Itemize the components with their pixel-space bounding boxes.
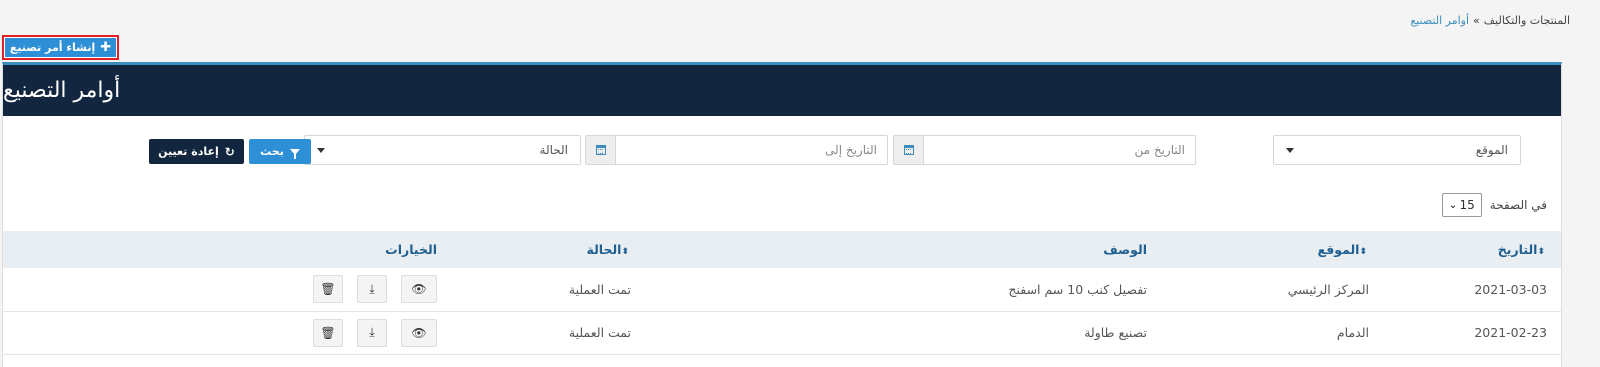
column-header-description: الوصف xyxy=(1103,242,1147,257)
cell-status: تمت العملية xyxy=(568,325,631,340)
cell-location: الدمام xyxy=(1336,325,1369,340)
calendar-icon xyxy=(903,145,914,155)
cell-description: تفصيل كنب 10 سم اسفنج xyxy=(1008,281,1147,297)
create-order-label: إنشاء أمر تصنيع xyxy=(9,41,96,54)
undo-icon: ↻ xyxy=(224,144,235,159)
cell-date: 2021-03-03 xyxy=(1474,281,1547,297)
table-header-row: ⬍التاريخ ⬍الموقع الوصف ⬍الحالة الخيارات xyxy=(3,231,1561,268)
status-select-value: الحالة xyxy=(539,143,568,157)
caret-down-icon xyxy=(317,147,325,153)
table-row: 2021-03-03 المركز الرئيسي تفصيل كنب 10 س… xyxy=(3,268,1561,311)
search-button-label: بحث xyxy=(260,145,284,158)
breadcrumb-current[interactable]: أوامر التصنيع xyxy=(1410,14,1469,27)
per-page-label: في الصفحة xyxy=(1489,198,1547,212)
date-to-addon xyxy=(586,136,616,164)
cell-actions: 👁 ⤓ 🗑 xyxy=(3,268,451,311)
calendar-icon xyxy=(595,145,606,155)
cell-date: 2021-02-23 xyxy=(1474,325,1547,340)
download-button[interactable]: ⤓ xyxy=(357,275,387,304)
download-icon: ⤓ xyxy=(369,281,375,296)
breadcrumb-root[interactable]: المنتجات والتكاليف xyxy=(1484,14,1570,27)
view-button[interactable]: 👁 xyxy=(401,318,437,347)
delete-button[interactable]: 🗑 xyxy=(313,275,343,304)
date-from-addon xyxy=(894,136,924,164)
column-header-date[interactable]: ⬍التاريخ xyxy=(1383,231,1561,268)
date-from-placeholder: التاريخ من xyxy=(1134,143,1185,157)
panel-title: أوامر التصنيع xyxy=(3,78,121,103)
date-to-field[interactable]: التاريخ إلى xyxy=(585,135,888,165)
per-page-select[interactable]: ⌄ 15 xyxy=(1441,193,1482,217)
breadcrumb-separator: » xyxy=(1473,14,1480,27)
filters-bar: الموقع التاريخ من التاريخ إلى الحالة بحث… xyxy=(3,135,1561,167)
trash-icon: 🗑 xyxy=(320,282,336,297)
cell-description: تصنيع طاولة xyxy=(1084,325,1147,340)
table-row: 2021-02-23 الدمام تصنيع طاولة تمت العملي… xyxy=(3,311,1561,354)
reset-button[interactable]: ↻ إعادة تعيين xyxy=(149,139,244,164)
create-order-button[interactable]: ✚ إنشاء أمر تصنيع xyxy=(2,35,119,60)
column-header-location[interactable]: ⬍الموقع xyxy=(1161,231,1383,268)
column-header-options: الخيارات xyxy=(385,242,437,257)
breadcrumb: المنتجات والتكاليف » أوامر التصنيع xyxy=(1410,14,1570,27)
trash-icon: 🗑 xyxy=(320,325,336,340)
eye-icon: 👁 xyxy=(411,282,427,297)
eye-icon: 👁 xyxy=(411,325,427,340)
column-header-status[interactable]: ⬍الحالة xyxy=(451,231,645,268)
orders-table: ⬍التاريخ ⬍الموقع الوصف ⬍الحالة الخيارات … xyxy=(3,231,1561,355)
cell-location: المركز الرئيسي xyxy=(1287,281,1369,297)
delete-button[interactable]: 🗑 xyxy=(313,318,343,347)
caret-down-icon xyxy=(1286,147,1294,153)
status-select[interactable]: الحالة xyxy=(304,135,581,165)
reset-button-label: إعادة تعيين xyxy=(158,145,219,158)
orders-panel: أوامر التصنيع الموقع التاريخ من التاريخ … xyxy=(2,62,1562,367)
download-button[interactable]: ⤓ xyxy=(357,318,387,347)
per-page-control: في الصفحة ⌄ 15 xyxy=(1441,193,1547,217)
cell-actions: 👁 ⤓ 🗑 xyxy=(3,311,451,354)
chevron-down-icon: ⌄ xyxy=(1448,199,1458,211)
filter-icon xyxy=(289,148,300,159)
sort-icon: ⬍ xyxy=(621,247,629,257)
panel-header: أوامر التصنيع xyxy=(3,65,1561,116)
per-page-value: 15 xyxy=(1459,198,1475,212)
cell-status: تمت العملية xyxy=(568,281,631,297)
location-select-value: الموقع xyxy=(1475,143,1508,157)
search-button[interactable]: بحث xyxy=(249,139,311,164)
date-from-field[interactable]: التاريخ من xyxy=(893,135,1196,165)
sort-icon: ⬍ xyxy=(1359,247,1367,257)
sort-icon: ⬍ xyxy=(1537,247,1545,257)
date-to-placeholder: التاريخ إلى xyxy=(825,143,877,157)
download-icon: ⤓ xyxy=(369,325,375,339)
view-button[interactable]: 👁 xyxy=(401,275,437,304)
location-select[interactable]: الموقع xyxy=(1273,135,1521,165)
plus-icon: ✚ xyxy=(100,40,112,55)
